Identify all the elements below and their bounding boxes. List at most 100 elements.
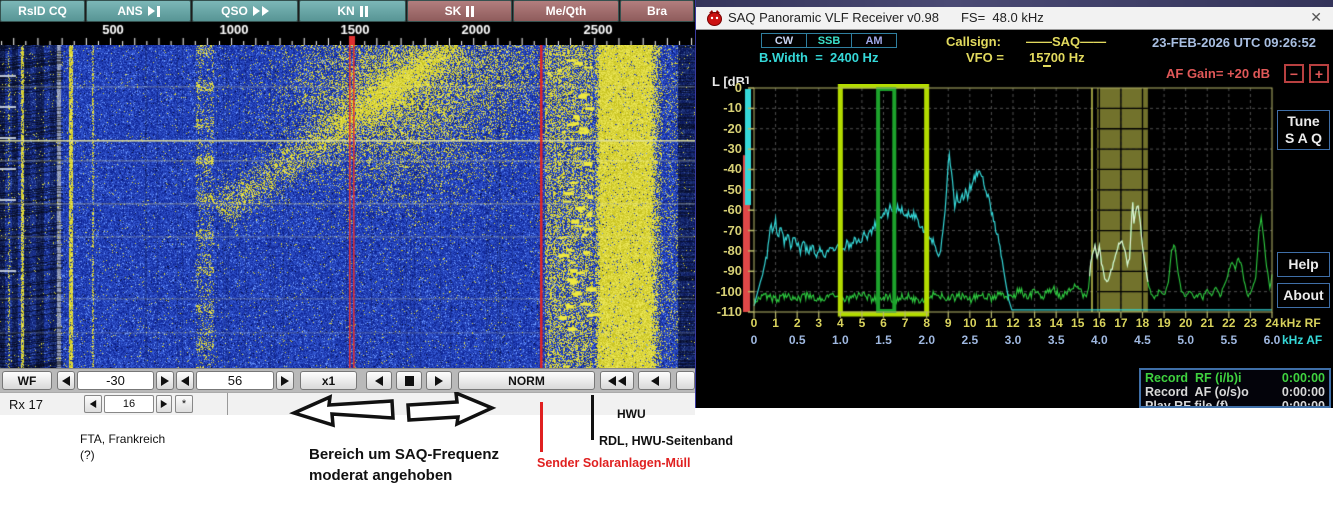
af-tick-label: 5.5 [1220, 333, 1237, 347]
record-row: Record RF (i/b)i0:00:00 [1145, 371, 1325, 385]
signal-range-low-field[interactable]: -30 [77, 371, 154, 390]
annotation-bereich: Bereich um SAQ-Frequenz moderat angehobe… [309, 444, 499, 486]
norm-button[interactable]: NORM [458, 371, 595, 390]
db-tick-label: -60 [702, 202, 742, 217]
macro-button-me-qth[interactable]: Me/Qth [513, 0, 619, 22]
rf-tick-label: 2 [794, 316, 801, 330]
rf-tick-label: 8 [923, 316, 930, 330]
rf-tick-label: 1 [772, 316, 779, 330]
record-row-label: Record RF (i/b)i [1145, 371, 1242, 385]
black-marker-line [591, 395, 594, 440]
left-arrow-icon [181, 376, 189, 386]
rf-tick-label: 23 [1244, 316, 1257, 330]
db-tick-label: -40 [702, 161, 742, 176]
pause-icon [466, 6, 474, 17]
right-block-arrow [408, 393, 492, 424]
window-top-border [696, 0, 1333, 7]
shift-left-button[interactable] [57, 371, 75, 390]
rx-increment-button[interactable] [156, 395, 172, 413]
rx-store-button[interactable]: * [175, 395, 193, 413]
record-row-label: Play RF file (f) [1145, 399, 1228, 408]
left-arrow-icon [651, 376, 659, 386]
help-button[interactable]: Help [1277, 252, 1330, 277]
waterfall-display[interactable] [0, 45, 695, 368]
rx-decrement-button[interactable] [84, 395, 102, 413]
rf-tick-label: 21 [1201, 316, 1214, 330]
db-tick-label: -90 [702, 263, 742, 278]
about-button[interactable]: About [1277, 283, 1330, 308]
record-panel[interactable]: Record RF (i/b)i0:00:00Record AF (o/s)o0… [1139, 368, 1331, 408]
rx-value-field[interactable]: 16 [104, 395, 154, 413]
shift-right-button[interactable] [156, 371, 174, 390]
rf-tick-label: 7 [902, 316, 909, 330]
record-row-label: Record AF (o/s)o [1145, 385, 1249, 399]
frequency-ruler[interactable] [0, 22, 695, 45]
fldigi-waterfall-controls: WF -30 56 x1 NORM [0, 368, 695, 392]
wf-button[interactable]: WF [2, 371, 52, 390]
tune-saq-button[interactable]: Tune S A Q [1277, 110, 1330, 150]
callsign-label: Callsign: [946, 34, 1001, 49]
mode-button-ssb[interactable]: SSB [807, 34, 852, 47]
af-gain-decrease-button[interactable]: − [1284, 64, 1304, 83]
mode-button-cw[interactable]: CW [762, 34, 807, 47]
saq-titlebar[interactable]: SAQ Panoramic VLF Receiver v0.98FS= 48.0… [696, 7, 1333, 30]
rf-tick-label: 24 [1265, 316, 1278, 330]
macro-button-rsid-cq[interactable]: RsID CQ [0, 0, 85, 22]
af-gain-increase-button[interactable]: + [1309, 64, 1329, 83]
left-arrow-icon [375, 376, 383, 386]
partial-button[interactable] [676, 371, 695, 390]
af-tick-label: 5.0 [1177, 333, 1194, 347]
macro-button-ans[interactable]: ANS [86, 0, 191, 22]
scroll-left-button[interactable] [366, 371, 392, 390]
macro-button-qso[interactable]: QSO [192, 0, 298, 22]
af-tick-label: 1.5 [875, 333, 892, 347]
rf-tick-label: 10 [963, 316, 976, 330]
annotation-hwu: HWU [617, 407, 646, 421]
rf-tick-label: 22 [1222, 316, 1235, 330]
scroll-right-button[interactable] [426, 371, 452, 390]
macro-button-sk[interactable]: SK [407, 0, 512, 22]
annotation-fta: FTA, Frankreich (?) [80, 431, 165, 463]
right-arrow-icon [435, 376, 443, 386]
close-icon[interactable]: ✕ [1310, 9, 1322, 26]
af-tick-label: 2.0 [918, 333, 935, 347]
mode-button-am[interactable]: AM [852, 34, 896, 47]
record-row: Play RF file (f) 0:00:00 [1145, 399, 1325, 408]
annotation-sender: Sender Solaranlagen-Müll [537, 456, 691, 470]
macro-button-label: QSO [221, 4, 248, 18]
record-row: Record AF (o/s)o0:00:00 [1145, 385, 1325, 399]
stop-icon [405, 376, 414, 386]
rf-tick-label: 11 [985, 316, 998, 330]
af-unit-label: kHz AF [1282, 333, 1322, 347]
right-arrow-icon [161, 400, 167, 408]
tune-saq-line2: S A Q [1285, 130, 1322, 147]
zoom-x1-button[interactable]: x1 [300, 371, 357, 390]
db-tick-label: -10 [702, 100, 742, 115]
vfo-value[interactable]: 15700 Hz [1029, 50, 1085, 65]
signal-range-field[interactable]: 56 [196, 371, 274, 390]
db-tick-label: -50 [702, 182, 742, 197]
saq-receiver-window: SAQ Panoramic VLF Receiver v0.98FS= 48.0… [695, 0, 1333, 408]
record-row-time: 0:00:00 [1282, 399, 1325, 408]
fast-left-button[interactable] [600, 371, 634, 390]
spectrum-plot[interactable] [736, 84, 1276, 320]
slow-left-button[interactable] [638, 371, 671, 390]
range-up-button[interactable] [276, 371, 294, 390]
range-down-button[interactable] [176, 371, 194, 390]
center-button[interactable] [396, 371, 422, 390]
window-title: SAQ Panoramic VLF Receiver v0.98FS= 48.0… [728, 10, 1044, 25]
db-tick-label: -70 [702, 223, 742, 238]
macro-button-kn[interactable]: KN [299, 0, 406, 22]
macro-button-label: Me/Qth [546, 4, 587, 18]
af-gain-label: AF Gain= +20 dB [1166, 66, 1270, 81]
app-icon [706, 10, 723, 26]
annotation-bereich-line1: Bereich um SAQ-Frequenz [309, 444, 499, 465]
annotation-bereich-line2: moderat angehoben [309, 465, 499, 486]
db-tick-label: -20 [702, 121, 742, 136]
db-tick-label: 0 [702, 80, 742, 95]
annotation-rdl: RDL, HWU-Seitenband [599, 434, 733, 448]
fldigi-macro-row: RsID CQANS QSO KNSK Me/Qth Bra [0, 0, 695, 22]
db-tick-label: -100 [702, 284, 742, 299]
left-arrow-icon [62, 376, 70, 386]
macro-button-bra[interactable]: Bra [620, 0, 694, 22]
